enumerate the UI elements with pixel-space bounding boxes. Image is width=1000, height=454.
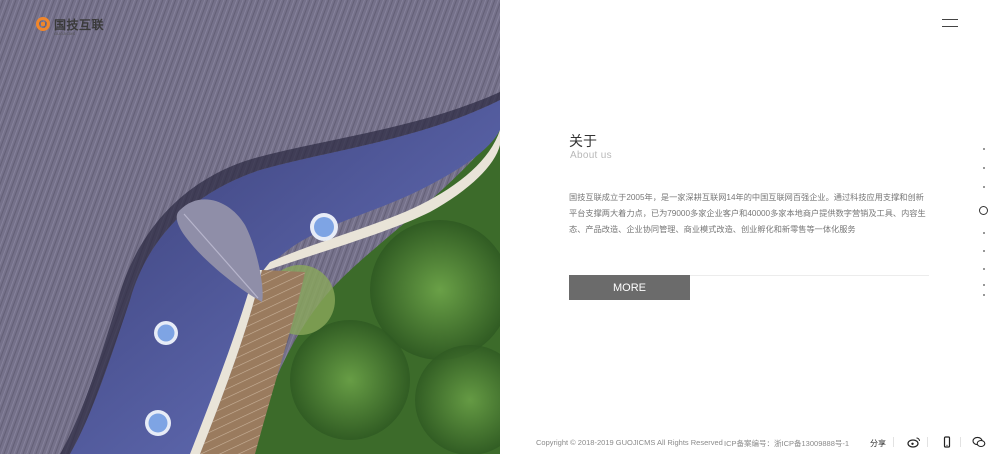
about-subtitle: About us bbox=[570, 150, 612, 161]
nav-dot[interactable] bbox=[983, 284, 985, 286]
hero-photo bbox=[0, 0, 500, 454]
nav-dot[interactable] bbox=[983, 232, 985, 234]
share-label: 分享 bbox=[870, 439, 886, 448]
nav-dot[interactable] bbox=[983, 167, 985, 169]
menu-line bbox=[942, 26, 958, 27]
logo-text: 国技互联 bbox=[54, 17, 105, 32]
logo-mark-icon bbox=[36, 17, 50, 31]
nav-dot[interactable] bbox=[983, 186, 985, 188]
footer-divider bbox=[927, 437, 928, 447]
nav-dot[interactable] bbox=[983, 148, 985, 150]
about-title: 关于 bbox=[569, 133, 597, 149]
nav-dot[interactable] bbox=[983, 268, 985, 270]
menu-line bbox=[942, 19, 958, 20]
nav-dot[interactable] bbox=[983, 250, 985, 252]
footer-divider bbox=[893, 437, 894, 447]
logo-subtext: GUOJICMS bbox=[54, 31, 76, 36]
footer-divider bbox=[960, 437, 961, 447]
hamburger-menu-icon[interactable] bbox=[942, 18, 958, 28]
nav-dot[interactable] bbox=[983, 294, 985, 296]
section-dot-nav bbox=[978, 146, 990, 296]
icp-link[interactable]: ICP备案编号：浙ICP备13009888号-1 bbox=[724, 438, 849, 449]
wechat-icon[interactable] bbox=[972, 436, 986, 448]
nav-dot-active[interactable] bbox=[979, 206, 988, 215]
more-button[interactable]: MORE bbox=[569, 275, 690, 300]
mobile-icon[interactable] bbox=[940, 436, 954, 448]
site-logo[interactable]: 国技互联 GUOJICMS bbox=[36, 14, 105, 36]
about-description: 国技互联成立于2005年，是一家深耕互联网14年的中国互联网百强企业。通过科技应… bbox=[569, 193, 926, 234]
weibo-icon[interactable] bbox=[907, 436, 921, 448]
copyright-text: Copyright © 2018-2019 GUOJICMS All Right… bbox=[536, 438, 723, 447]
